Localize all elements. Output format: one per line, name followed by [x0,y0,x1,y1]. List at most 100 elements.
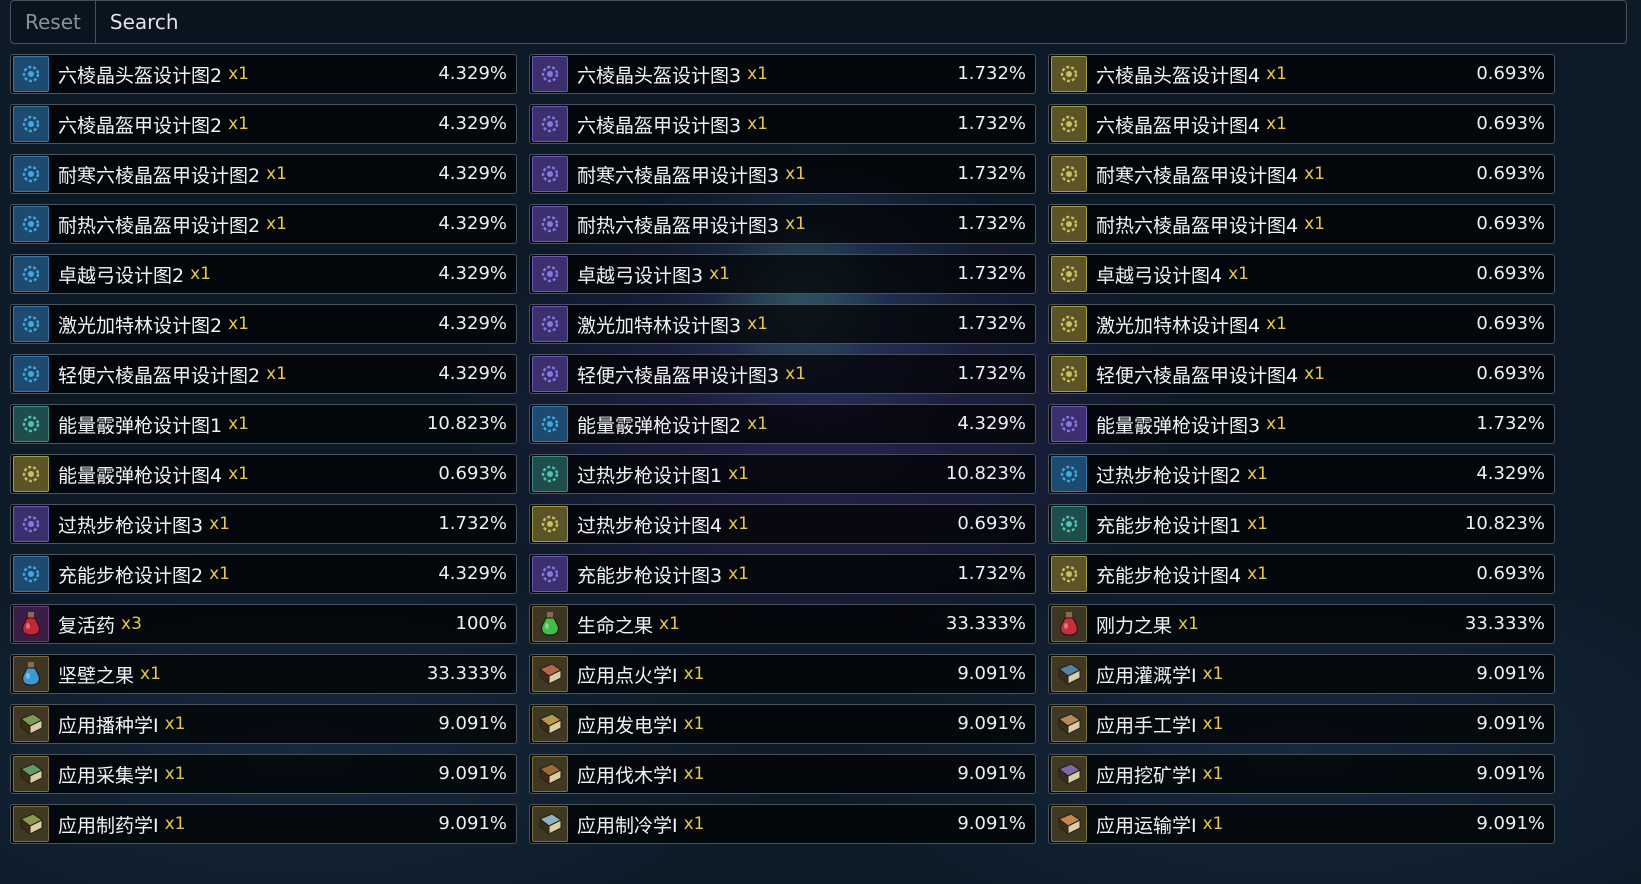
blueprint-icon [532,156,568,192]
item-card[interactable]: 过热步枪设计图3 x1 1.732% [10,504,517,544]
item-card[interactable]: 应用制冷学Ⅰ x1 9.091% [529,804,1036,844]
toolbar: Reset Search [10,0,1627,44]
item-card[interactable]: 能量霰弹枪设计图3 x1 1.732% [1048,404,1555,444]
blueprint-icon [532,556,568,592]
drop-chance: 9.091% [1476,763,1545,784]
item-card[interactable]: 能量霰弹枪设计图1 x1 10.823% [10,404,517,444]
blueprint-icon [532,406,568,442]
item-card[interactable]: 应用运输学Ⅰ x1 9.091% [1048,804,1555,844]
item-card[interactable]: 激光加特林设计图2 x1 4.329% [10,304,517,344]
item-quantity: x1 [1247,514,1268,534]
item-name: 应用点火学Ⅰ [577,664,678,687]
item-quantity: x1 [1178,614,1199,634]
drop-chance: 4.329% [438,163,507,184]
blueprint-icon [1051,256,1087,292]
item-card[interactable]: 过热步枪设计图2 x1 4.329% [1048,454,1555,494]
item-card[interactable]: 卓越弓设计图3 x1 1.732% [529,254,1036,294]
item-card[interactable]: 六棱晶盔甲设计图3 x1 1.732% [529,104,1036,144]
reset-button[interactable]: Reset [11,1,96,43]
drop-chance: 10.823% [1464,513,1545,534]
blueprint-icon [1051,56,1087,92]
item-card[interactable]: 充能步枪设计图2 x1 4.329% [10,554,517,594]
item-card[interactable]: 耐寒六棱晶盔甲设计图2 x1 4.329% [10,154,517,194]
item-name: 应用制药学Ⅰ [58,814,159,837]
item-quantity: x1 [209,564,230,584]
item-card[interactable]: 应用挖矿学Ⅰ x1 9.091% [1048,754,1555,794]
blueprint-icon [532,356,568,392]
blueprint-icon [1051,406,1087,442]
item-card[interactable]: 应用手工学Ⅰ x1 9.091% [1048,704,1555,744]
item-card[interactable]: 耐热六棱晶盔甲设计图4 x1 0.693% [1048,204,1555,244]
item-card[interactable]: 卓越弓设计图4 x1 0.693% [1048,254,1555,294]
blueprint-icon [13,306,49,342]
item-card[interactable]: 应用播种学Ⅰ x1 9.091% [10,704,517,744]
blueprint-icon [13,406,49,442]
item-card[interactable]: 六棱晶头盔设计图2 x1 4.329% [10,54,517,94]
item-quantity: x1 [209,514,230,534]
item-quantity: x1 [747,114,768,134]
item-card[interactable]: 应用制药学Ⅰ x1 9.091% [10,804,517,844]
drop-chance: 4.329% [957,413,1026,434]
drop-chance: 100% [455,613,507,634]
item-card[interactable]: 六棱晶头盔设计图3 x1 1.732% [529,54,1036,94]
item-name: 卓越弓设计图2 [58,264,185,287]
item-quantity: x1 [709,264,730,284]
item-card[interactable]: 轻便六棱晶盔甲设计图4 x1 0.693% [1048,354,1555,394]
item-card[interactable]: 耐热六棱晶盔甲设计图2 x1 4.329% [10,204,517,244]
item-card[interactable]: 应用采集学Ⅰ x1 9.091% [10,754,517,794]
item-name: 坚壁之果 [58,664,135,687]
item-name: 过热步枪设计图3 [58,514,204,537]
blueprint-icon [13,506,49,542]
item-card[interactable]: 过热步枪设计图1 x1 10.823% [529,454,1036,494]
item-card[interactable]: 应用点火学Ⅰ x1 9.091% [529,654,1036,694]
item-card[interactable]: 轻便六棱晶盔甲设计图2 x1 4.329% [10,354,517,394]
drop-chance: 1.732% [957,563,1026,584]
drop-chance: 0.693% [1476,213,1545,234]
item-card[interactable]: 激光加特林设计图3 x1 1.732% [529,304,1036,344]
blue-book-icon [1051,656,1087,692]
item-card[interactable]: 激光加特林设计图4 x1 0.693% [1048,304,1555,344]
item-card[interactable]: 应用发电学Ⅰ x1 9.091% [529,704,1036,744]
item-card[interactable]: 坚壁之果 x1 33.333% [10,654,517,694]
item-name: 耐热六棱晶盔甲设计图2 [58,214,261,237]
item-card[interactable]: 充能步枪设计图1 x1 10.823% [1048,504,1555,544]
blueprint-icon [532,56,568,92]
item-card[interactable]: 能量霰弹枪设计图4 x1 0.693% [10,454,517,494]
item-quantity: x1 [1247,464,1268,484]
item-quantity: x1 [1202,764,1224,784]
drop-chance: 1.732% [957,163,1026,184]
blueprint-icon [1051,106,1087,142]
item-card[interactable]: 过热步枪设计图4 x1 0.693% [529,504,1036,544]
item-name: 刚力之果 [1096,614,1173,637]
drop-chance: 4.329% [438,213,507,234]
drop-chance: 0.693% [438,463,507,484]
item-card[interactable]: 耐寒六棱晶盔甲设计图3 x1 1.732% [529,154,1036,194]
ice-book-icon [532,806,568,842]
item-card[interactable]: 六棱晶盔甲设计图2 x1 4.329% [10,104,517,144]
item-card[interactable]: 充能步枪设计图4 x1 0.693% [1048,554,1555,594]
item-card[interactable]: 轻便六棱晶盔甲设计图3 x1 1.732% [529,354,1036,394]
item-card[interactable]: 耐热六棱晶盔甲设计图3 x1 1.732% [529,204,1036,244]
drop-chance: 4.329% [438,563,507,584]
item-quantity: x1 [1266,314,1287,334]
item-card[interactable]: 六棱晶头盔设计图4 x1 0.693% [1048,54,1555,94]
drop-chance: 1.732% [957,213,1026,234]
item-card[interactable]: 刚力之果 x1 33.333% [1048,604,1555,644]
item-card[interactable]: 充能步枪设计图3 x1 1.732% [529,554,1036,594]
blueprint-icon [1051,456,1087,492]
item-card[interactable]: 耐寒六棱晶盔甲设计图4 x1 0.693% [1048,154,1555,194]
item-name: 轻便六棱晶盔甲设计图3 [577,364,780,387]
item-card[interactable]: 卓越弓设计图2 x1 4.329% [10,254,517,294]
search-button[interactable]: Search [96,1,193,43]
item-card[interactable]: 能量霰弹枪设计图2 x1 4.329% [529,404,1036,444]
drop-chance: 9.091% [438,713,507,734]
item-quantity: x1 [1202,664,1224,684]
item-card[interactable]: 应用灌溉学Ⅰ x1 9.091% [1048,654,1555,694]
item-card[interactable]: 六棱晶盔甲设计图4 x1 0.693% [1048,104,1555,144]
blueprint-icon [1051,206,1087,242]
item-card[interactable]: 复活药 x3 100% [10,604,517,644]
item-name: 应用播种学Ⅰ [58,714,159,737]
item-quantity: x1 [164,764,186,784]
item-card[interactable]: 应用伐木学Ⅰ x1 9.091% [529,754,1036,794]
item-card[interactable]: 生命之果 x1 33.333% [529,604,1036,644]
